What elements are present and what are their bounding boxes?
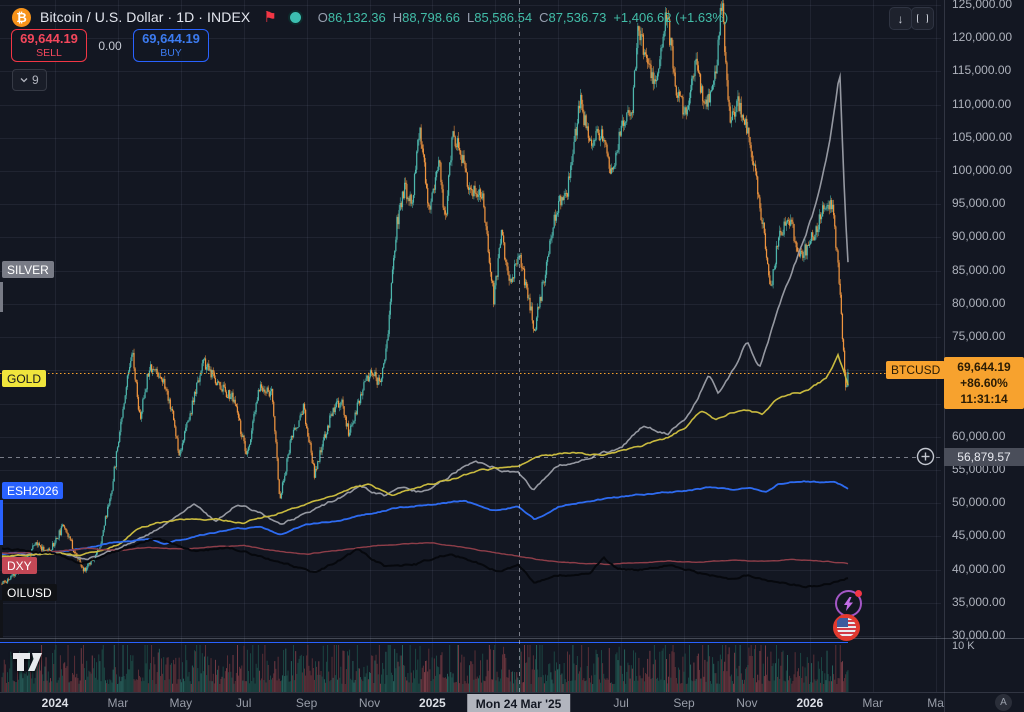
sell-button[interactable]: 69,644.19 SELL — [11, 29, 87, 62]
price-scale-label: 105,000.00 — [952, 130, 1012, 144]
price-scale-label: 115,000.00 — [952, 63, 1011, 77]
chevron-down-icon — [20, 78, 28, 83]
price-scale-label: 35,000.00 — [952, 595, 1005, 609]
sell-label: SELL — [36, 47, 62, 59]
price-scale-label: 45,000.00 — [952, 528, 1005, 542]
time-scale-label: Nov — [359, 696, 380, 710]
scroll-to-latest-button[interactable]: ↓ — [889, 7, 912, 30]
restore-chart-button[interactable] — [911, 7, 934, 30]
bitcoin-icon: ₿ — [12, 8, 31, 27]
trade-panel: 69,644.19 SELL 0.00 69,644.19 BUY — [11, 29, 209, 62]
time-scale-label: Mar — [108, 696, 129, 710]
price-scale-label: 110,000.00 — [952, 97, 1011, 111]
time-scale-label: Mar — [862, 696, 883, 710]
badge-count: 9 — [32, 73, 39, 87]
time-scale-label: Jul — [236, 696, 251, 710]
time-scale-label: Jul — [613, 696, 628, 710]
sell-price: 69,644.19 — [20, 32, 78, 47]
tradingview-chart-window: { "header": { "title": "Bitcoin / U.S. D… — [0, 0, 1024, 712]
time-scale-label: Ma — [927, 696, 944, 710]
us-flag-icon — [837, 618, 856, 637]
close-value: 87,536.73 — [548, 10, 606, 25]
arrow-down-icon: ↓ — [898, 12, 904, 26]
time-scale-label: May — [169, 696, 192, 710]
buy-button[interactable]: 69,644.19 BUY — [133, 29, 209, 62]
high-label: H — [393, 10, 402, 25]
current-price-axis-label: 69,644.19 +86.60% 11:31:14 — [944, 357, 1024, 409]
open-label: O — [318, 10, 328, 25]
high-value: 88,798.66 — [402, 10, 460, 25]
us-economic-events-button[interactable] — [833, 614, 860, 641]
price-scale-label: 60,000.00 — [952, 429, 1005, 443]
spark-events-button[interactable] — [835, 590, 862, 617]
open-value: 86,132.36 — [328, 10, 386, 25]
time-scale-label: Nov — [736, 696, 757, 710]
flag-icon[interactable]: ⚑ — [263, 10, 276, 25]
current-price: 69,644.19 — [944, 359, 1024, 375]
time-scale-label: Sep — [673, 696, 694, 710]
price-scale-label: 40,000.00 — [952, 562, 1005, 576]
price-scale-label: 50,000.00 — [952, 495, 1005, 509]
symbol-title[interactable]: Bitcoin / U.S. Dollar · 1D · INDEX — [40, 9, 250, 25]
current-change-pct: +86.60% — [944, 375, 1024, 391]
price-scale-label: 75,000.00 — [952, 329, 1005, 343]
auto-scale-button[interactable]: A — [995, 694, 1012, 711]
time-scale-label: 2024 — [42, 696, 69, 710]
spread-value: 0.00 — [87, 39, 133, 53]
time-scale-label: 2026 — [796, 696, 823, 710]
low-value: 85,586.54 — [474, 10, 532, 25]
ohlc-values: O86,132.36 H88,798.66 L85,586.54 C87,536… — [318, 10, 728, 25]
price-scale-label: 90,000.00 — [952, 229, 1005, 243]
price-scale-label: 125,000.00 — [952, 0, 1012, 11]
series-tag-oilusd[interactable]: OILUSD — [2, 584, 57, 601]
volume-scale-label: 10 K — [952, 640, 975, 652]
status-dot-icon — [288, 10, 303, 25]
price-scale-label: 100,000.00 — [952, 163, 1012, 177]
time-scale-label: 2025 — [419, 696, 446, 710]
restore-icon — [917, 13, 928, 24]
series-tag-dxy[interactable]: DXY — [2, 557, 37, 574]
price-scale-label: 85,000.00 — [952, 263, 1005, 277]
series-tag-silver[interactable]: SILVER — [2, 261, 54, 278]
crosshair-time-label: Mon 24 Mar '25 — [467, 694, 571, 712]
time-scale-label: Sep — [296, 696, 317, 710]
change-value: +1,406.62 (+1.63%) — [613, 10, 728, 25]
buy-price: 69,644.19 — [142, 32, 200, 47]
tree-collapse-badge[interactable]: 9 — [12, 69, 47, 91]
crosshair-price-label: 56,879.57 — [944, 448, 1024, 466]
series-tag-esh2026[interactable]: ESH2026 — [2, 482, 63, 499]
bar-countdown: 11:31:14 — [944, 391, 1024, 407]
price-scale-label: 95,000.00 — [952, 196, 1005, 210]
price-scale[interactable]: 125,000.00 120,000.00 115,000.00 110,000.00… — [944, 0, 1024, 692]
series-tag-gold[interactable]: GOLD — [2, 370, 46, 387]
lightning-icon — [843, 597, 854, 611]
crosshair-plus-icon[interactable] — [916, 447, 935, 466]
buy-label: BUY — [160, 47, 182, 59]
notification-dot — [855, 590, 862, 597]
series-tag-btcusd[interactable]: BTCUSD — [886, 361, 945, 379]
symbol-header: ₿ Bitcoin / U.S. Dollar · 1D · INDEX ⚑ O… — [12, 6, 728, 28]
price-scale-label: 80,000.00 — [952, 296, 1005, 310]
price-scale-label: 120,000.00 — [952, 30, 1012, 44]
price-chart-canvas[interactable] — [0, 0, 1024, 712]
tradingview-logo[interactable] — [12, 652, 44, 672]
